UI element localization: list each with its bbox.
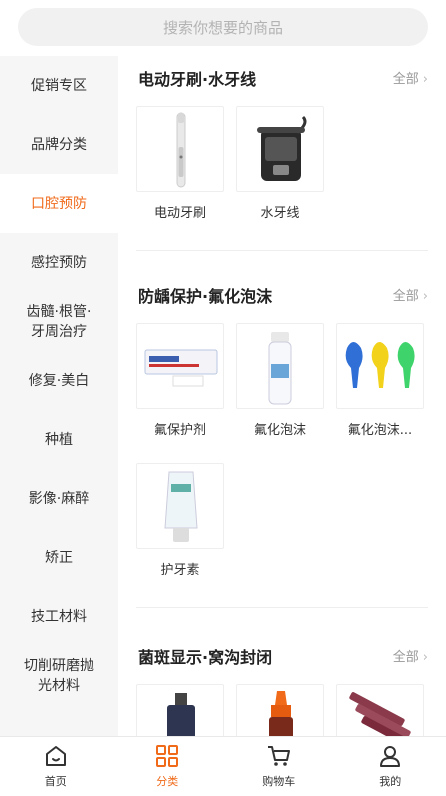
cart-icon bbox=[267, 746, 290, 766]
sidebar-item-label: 品牌分类 bbox=[31, 136, 87, 153]
section-title: 防龋保护·氟化泡沫 bbox=[138, 287, 273, 306]
view-all-label: 全部 bbox=[392, 289, 419, 304]
view-all-label: 全部 bbox=[392, 650, 419, 665]
sidebar-item-label: 齿髓·根管· 牙周治疗 bbox=[26, 303, 92, 340]
product-name: 氟化泡沫... bbox=[347, 423, 413, 438]
sidebar-item-infection-control[interactable]: 感控预防 bbox=[0, 233, 118, 292]
chevron-right-icon: › bbox=[422, 650, 428, 665]
search-placeholder: 搜索你想要的商品 bbox=[162, 18, 283, 37]
product-name: 电动牙刷 bbox=[153, 206, 206, 221]
sidebar-item-promotions[interactable]: 促销专区 bbox=[0, 56, 118, 115]
sidebar-item-restoration-whitening[interactable]: 修复·美白 bbox=[0, 351, 118, 410]
section-header: 菌斑显示·窝沟封闭 全部 › bbox=[118, 634, 446, 678]
product-card[interactable]: 护牙素 bbox=[136, 457, 236, 597]
tab-home[interactable]: 首页 bbox=[0, 737, 112, 796]
product-card[interactable]: 氟化泡沫 bbox=[236, 317, 336, 457]
sidebar-item-imaging-anesthesia[interactable]: 影像·麻醉 bbox=[0, 469, 118, 528]
section-toothbrush-flosser: 电动牙刷·水牙线 全部 › 电动牙刷 水牙线 bbox=[118, 56, 446, 251]
sidebar-item-label: 修复·美白 bbox=[28, 372, 90, 389]
sidebar-item-label: 口腔预防 bbox=[31, 195, 87, 212]
fluoride-trays-image bbox=[336, 323, 424, 409]
product-name: 氟化泡沫 bbox=[253, 423, 306, 438]
tab-label: 分类 bbox=[156, 775, 179, 788]
user-icon bbox=[380, 746, 401, 767]
chevron-right-icon: › bbox=[422, 289, 428, 304]
sealant-syringes-image bbox=[336, 684, 424, 736]
tab-cart[interactable]: 购物车 bbox=[223, 737, 335, 796]
search-header: 搜索你想要的商品 bbox=[0, 0, 446, 56]
plaque-disclosing-bottle-image bbox=[136, 684, 224, 736]
tab-label: 购物车 bbox=[262, 775, 296, 788]
electric-toothbrush-image bbox=[136, 106, 224, 192]
view-all-label: 全部 bbox=[392, 72, 419, 87]
fluoride-foam-image bbox=[236, 323, 324, 409]
category-icon bbox=[156, 745, 179, 767]
product-name: 氟保护剂 bbox=[153, 423, 206, 438]
section-header: 防龋保护·氟化泡沫 全部 › bbox=[118, 273, 446, 317]
sidebar-item-label: 影像·麻醉 bbox=[28, 490, 90, 507]
home-icon bbox=[45, 746, 66, 766]
sidebar-item-orthodontics[interactable]: 矫正 bbox=[0, 528, 118, 587]
sidebar-item-polishing-materials[interactable]: 切削研磨抛 光材料 bbox=[0, 646, 118, 705]
water-flosser-image bbox=[236, 106, 324, 192]
sidebar-item-label: 技工材料 bbox=[31, 608, 87, 625]
section-divider bbox=[136, 607, 428, 608]
sidebar-item-label: 感控预防 bbox=[31, 254, 87, 271]
section-plaque-sealant: 菌斑显示·窝沟封闭 全部 › bbox=[118, 634, 446, 736]
product-name: 水牙线 bbox=[260, 206, 300, 221]
sidebar-item-implant[interactable]: 种植 bbox=[0, 410, 118, 469]
tab-category[interactable]: 分类 bbox=[112, 737, 224, 796]
orange-bottle-image bbox=[236, 684, 324, 736]
product-card[interactable]: 氟化泡沫... bbox=[336, 317, 436, 457]
section-header: 电动牙刷·水牙线 全部 › bbox=[118, 56, 446, 100]
view-all-link[interactable]: 全部 › bbox=[393, 646, 428, 665]
section-title: 菌斑显示·窝沟封闭 bbox=[138, 648, 273, 667]
product-card[interactable]: 电动牙刷 bbox=[136, 100, 236, 240]
fluoride-varnish-image bbox=[136, 323, 224, 409]
sidebar-item-brands[interactable]: 品牌分类 bbox=[0, 115, 118, 174]
category-sidebar: 促销专区 品牌分类 口腔预防 感控预防 齿髓·根管· 牙周治疗 修复·美白 种植 … bbox=[0, 56, 118, 736]
product-name: 护牙素 bbox=[160, 563, 200, 578]
tab-label: 我的 bbox=[379, 775, 402, 788]
category-content: 电动牙刷·水牙线 全部 › 电动牙刷 水牙线 防龋保护·氟化泡沫 全部 › 氟保… bbox=[118, 56, 446, 736]
product-card[interactable] bbox=[336, 678, 436, 736]
product-card[interactable] bbox=[236, 678, 336, 736]
sidebar-item-label: 切削研磨抛 光材料 bbox=[24, 657, 94, 694]
sidebar-item-label: 矫正 bbox=[45, 549, 73, 566]
search-input[interactable]: 搜索你想要的商品 bbox=[18, 8, 428, 46]
sidebar-item-label: 促销专区 bbox=[31, 77, 87, 94]
product-card[interactable]: 水牙线 bbox=[236, 100, 336, 240]
sidebar-item-endo-perio[interactable]: 齿髓·根管· 牙周治疗 bbox=[0, 292, 118, 351]
sidebar-item-label: 种植 bbox=[45, 431, 73, 448]
view-all-link[interactable]: 全部 › bbox=[393, 68, 428, 87]
chevron-right-icon: › bbox=[422, 72, 428, 87]
sidebar-item-lab-materials[interactable]: 技工材料 bbox=[0, 587, 118, 646]
view-all-link[interactable]: 全部 › bbox=[393, 285, 428, 304]
tab-label: 首页 bbox=[44, 775, 67, 788]
section-divider bbox=[136, 250, 428, 251]
product-card[interactable]: 氟保护剂 bbox=[136, 317, 236, 457]
bottom-tab-bar: 首页 分类 购物车 我的 bbox=[0, 736, 446, 796]
section-title: 电动牙刷·水牙线 bbox=[138, 70, 257, 89]
tab-profile[interactable]: 我的 bbox=[335, 737, 446, 796]
tooth-mousse-image bbox=[136, 463, 224, 549]
sidebar-item-oral-prevention[interactable]: 口腔预防 bbox=[0, 174, 118, 233]
product-card[interactable] bbox=[136, 678, 236, 736]
section-fluoride: 防龋保护·氟化泡沫 全部 › 氟保护剂 氟化泡沫 氟化泡沫... 护牙素 bbox=[118, 273, 446, 608]
